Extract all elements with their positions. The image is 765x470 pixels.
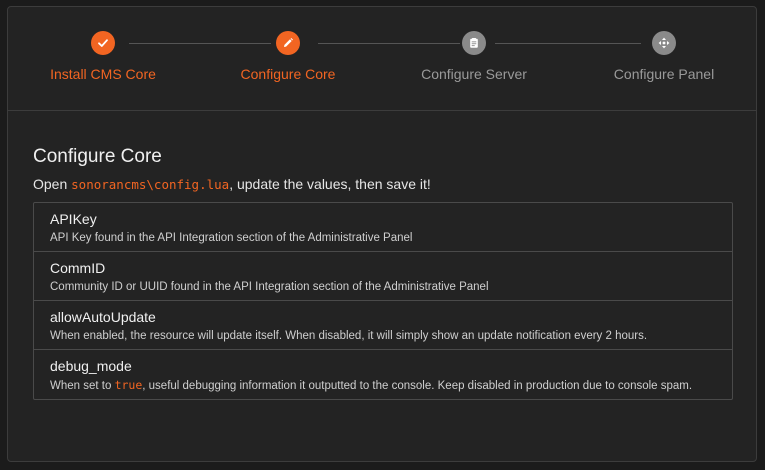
page-title: Configure Core: [33, 146, 162, 167]
step-configure-server[interactable]: Configure Server: [384, 31, 564, 82]
config-options-list: APIKey API Key found in the API Integrat…: [33, 202, 733, 400]
config-item-apikey: APIKey API Key found in the API Integrat…: [34, 203, 732, 252]
step-configure-core[interactable]: Configure Core: [198, 31, 378, 82]
config-key: CommID: [50, 260, 106, 276]
config-description: Community ID or UUID found in the API In…: [50, 281, 489, 293]
step-label: Install CMS Core: [50, 66, 156, 82]
step-install-cms-core[interactable]: Install CMS Core: [13, 31, 193, 82]
step-label: Configure Panel: [613, 66, 715, 82]
description-suffix: , useful debugging information it output…: [142, 380, 693, 392]
config-item-commid: CommID Community ID or UUID found in the…: [34, 252, 732, 301]
config-key: APIKey: [50, 211, 97, 227]
config-description: When enabled, the resource will update i…: [50, 330, 648, 342]
config-key: debug_mode: [50, 358, 132, 374]
clipboard-icon: [462, 31, 486, 55]
stepper: Install CMS Core Configure Core Configur…: [8, 7, 756, 111]
setup-wizard-panel: Install CMS Core Configure Core Configur…: [7, 6, 757, 462]
instructions-prefix: Open: [33, 176, 72, 192]
config-file-path: sonorancms\config.lua: [71, 177, 230, 192]
config-key: allowAutoUpdate: [50, 309, 156, 325]
config-item-allowautoupdate: allowAutoUpdate When enabled, the resour…: [34, 301, 732, 350]
instructions-suffix: , update the values, then save it!: [229, 176, 431, 192]
pencil-icon: [276, 31, 300, 55]
instructions-text: Open sonorancms\config.lua, update the v…: [33, 175, 731, 194]
inline-code-true: true: [114, 378, 143, 392]
check-icon: [91, 31, 115, 55]
config-description: When set to true, useful debugging infor…: [50, 378, 716, 393]
config-description: API Key found in the API Integration sec…: [50, 232, 413, 244]
config-item-debug-mode: debug_mode When set to true, useful debu…: [34, 350, 732, 399]
step-label: Configure Server: [421, 66, 527, 82]
description-prefix: When set to: [50, 380, 115, 392]
move-icon: [652, 31, 676, 55]
step-configure-panel[interactable]: Configure Panel: [574, 31, 754, 82]
configure-core-section: Configure Core Open sonorancms\config.lu…: [8, 111, 756, 400]
step-label: Configure Core: [240, 66, 336, 82]
